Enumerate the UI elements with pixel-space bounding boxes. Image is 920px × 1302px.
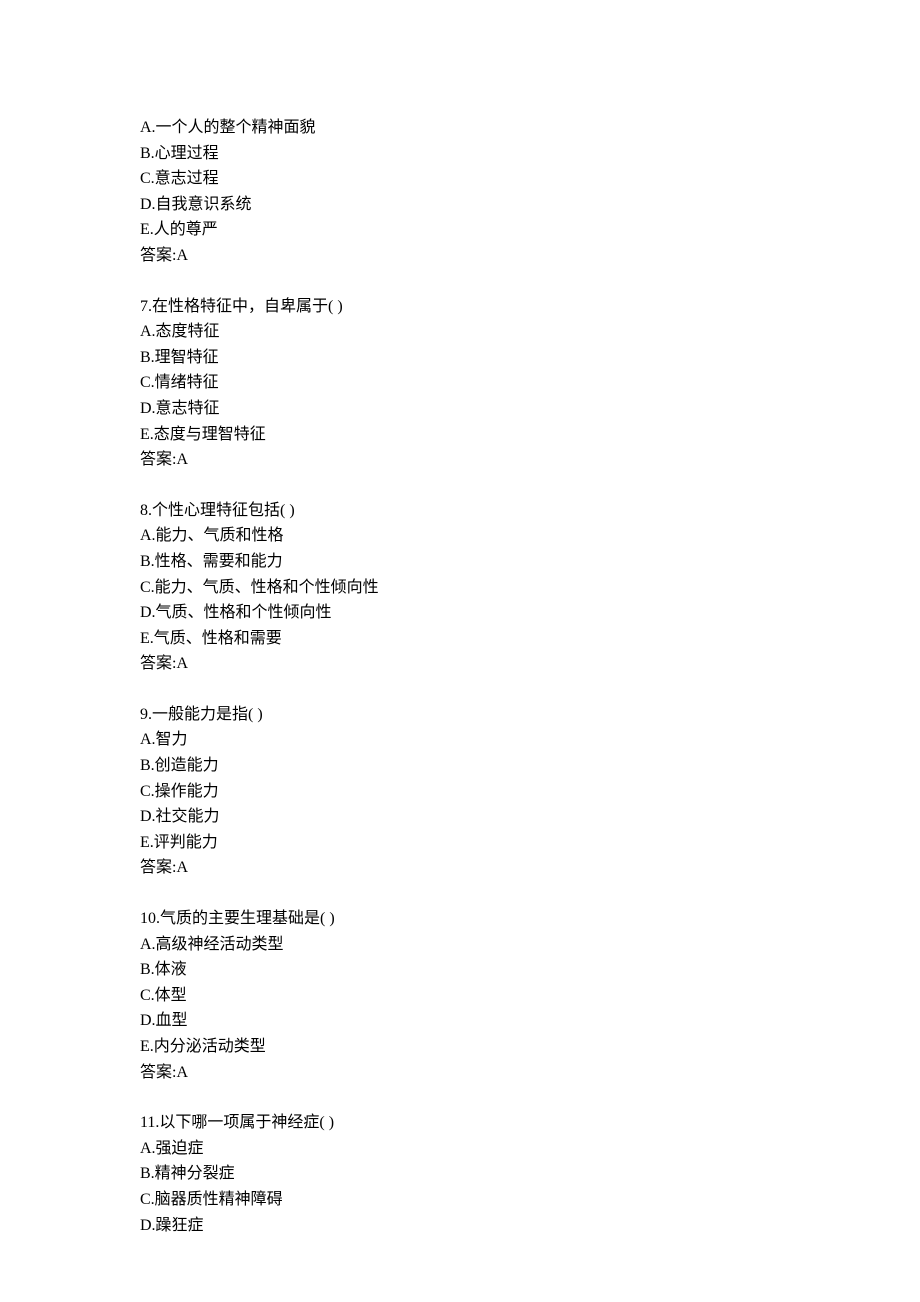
option-d: D.躁狂症 bbox=[140, 1213, 780, 1239]
option-a: A.高级神经活动类型 bbox=[140, 932, 780, 958]
question-block: 7.在性格特征中，自卑属于( ) A.态度特征 B.理智特征 C.情绪特征 D.… bbox=[140, 294, 780, 473]
answer: 答案:A bbox=[140, 855, 780, 881]
option-b: B.性格、需要和能力 bbox=[140, 549, 780, 575]
document-page: A.一个人的整个精神面貌 B.心理过程 C.意志过程 D.自我意识系统 E.人的… bbox=[0, 0, 780, 1238]
option-d: D.意志特征 bbox=[140, 396, 780, 422]
option-a: A.强迫症 bbox=[140, 1136, 780, 1162]
option-a: A.一个人的整个精神面貌 bbox=[140, 115, 780, 141]
answer: 答案:A bbox=[140, 651, 780, 677]
option-d: D.气质、性格和个性倾向性 bbox=[140, 600, 780, 626]
answer: 答案:A bbox=[140, 243, 780, 269]
option-e: E.气质、性格和需要 bbox=[140, 626, 780, 652]
answer: 答案:A bbox=[140, 1060, 780, 1086]
option-c: C.体型 bbox=[140, 983, 780, 1009]
option-b: B.理智特征 bbox=[140, 345, 780, 371]
question-block: 11.以下哪一项属于神经症( ) A.强迫症 B.精神分裂症 C.脑器质性精神障… bbox=[140, 1110, 780, 1238]
option-e: E.内分泌活动类型 bbox=[140, 1034, 780, 1060]
option-c: C.能力、气质、性格和个性倾向性 bbox=[140, 575, 780, 601]
option-a: A.能力、气质和性格 bbox=[140, 523, 780, 549]
question-block: A.一个人的整个精神面貌 B.心理过程 C.意志过程 D.自我意识系统 E.人的… bbox=[140, 115, 780, 269]
question-stem: 10.气质的主要生理基础是( ) bbox=[140, 906, 780, 932]
option-a: A.态度特征 bbox=[140, 319, 780, 345]
question-stem: 9.一般能力是指( ) bbox=[140, 702, 780, 728]
option-c: C.脑器质性精神障碍 bbox=[140, 1187, 780, 1213]
answer: 答案:A bbox=[140, 447, 780, 473]
question-stem: 7.在性格特征中，自卑属于( ) bbox=[140, 294, 780, 320]
question-block: 9.一般能力是指( ) A.智力 B.创造能力 C.操作能力 D.社交能力 E.… bbox=[140, 702, 780, 881]
question-block: 8.个性心理特征包括( ) A.能力、气质和性格 B.性格、需要和能力 C.能力… bbox=[140, 498, 780, 677]
option-d: D.血型 bbox=[140, 1008, 780, 1034]
option-b: B.心理过程 bbox=[140, 141, 780, 167]
option-b: B.体液 bbox=[140, 957, 780, 983]
option-b: B.精神分裂症 bbox=[140, 1161, 780, 1187]
option-b: B.创造能力 bbox=[140, 753, 780, 779]
option-d: D.自我意识系统 bbox=[140, 192, 780, 218]
option-e: E.态度与理智特征 bbox=[140, 422, 780, 448]
option-d: D.社交能力 bbox=[140, 804, 780, 830]
option-c: C.意志过程 bbox=[140, 166, 780, 192]
option-e: E.评判能力 bbox=[140, 830, 780, 856]
question-block: 10.气质的主要生理基础是( ) A.高级神经活动类型 B.体液 C.体型 D.… bbox=[140, 906, 780, 1085]
option-c: C.操作能力 bbox=[140, 779, 780, 805]
option-e: E.人的尊严 bbox=[140, 217, 780, 243]
question-stem: 11.以下哪一项属于神经症( ) bbox=[140, 1110, 780, 1136]
option-a: A.智力 bbox=[140, 727, 780, 753]
option-c: C.情绪特征 bbox=[140, 370, 780, 396]
question-stem: 8.个性心理特征包括( ) bbox=[140, 498, 780, 524]
